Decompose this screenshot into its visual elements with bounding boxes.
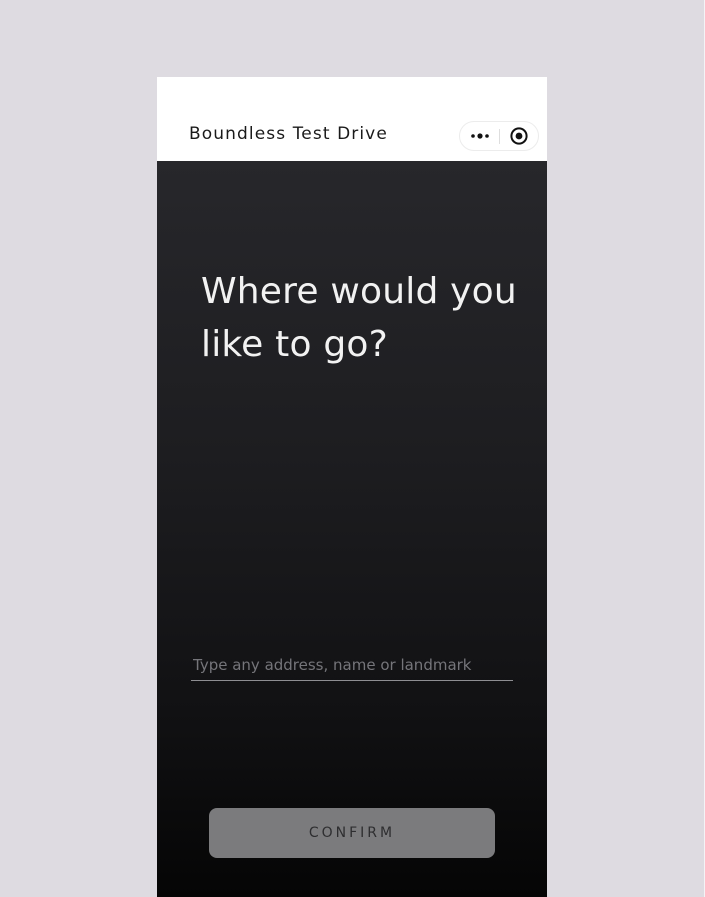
target-close-icon: [510, 127, 528, 145]
confirm-button[interactable]: CONFIRM: [209, 808, 495, 858]
close-mini-program-button[interactable]: [500, 122, 538, 150]
app-title: Boundless Test Drive: [189, 124, 388, 144]
mini-program-navbar: Boundless Test Drive: [157, 77, 547, 161]
menu-capsule: [459, 121, 539, 151]
page-title: Where would you like to go?: [201, 271, 517, 365]
more-button[interactable]: [460, 122, 500, 150]
address-search-input[interactable]: [191, 649, 513, 681]
page-background: Boundless Test Drive Where would you lik…: [0, 0, 705, 897]
destination-screen: Where would you like to go? CONFIRM: [157, 161, 547, 897]
more-dots-icon: [471, 133, 489, 139]
phone-frame: Boundless Test Drive Where would you lik…: [157, 77, 547, 897]
